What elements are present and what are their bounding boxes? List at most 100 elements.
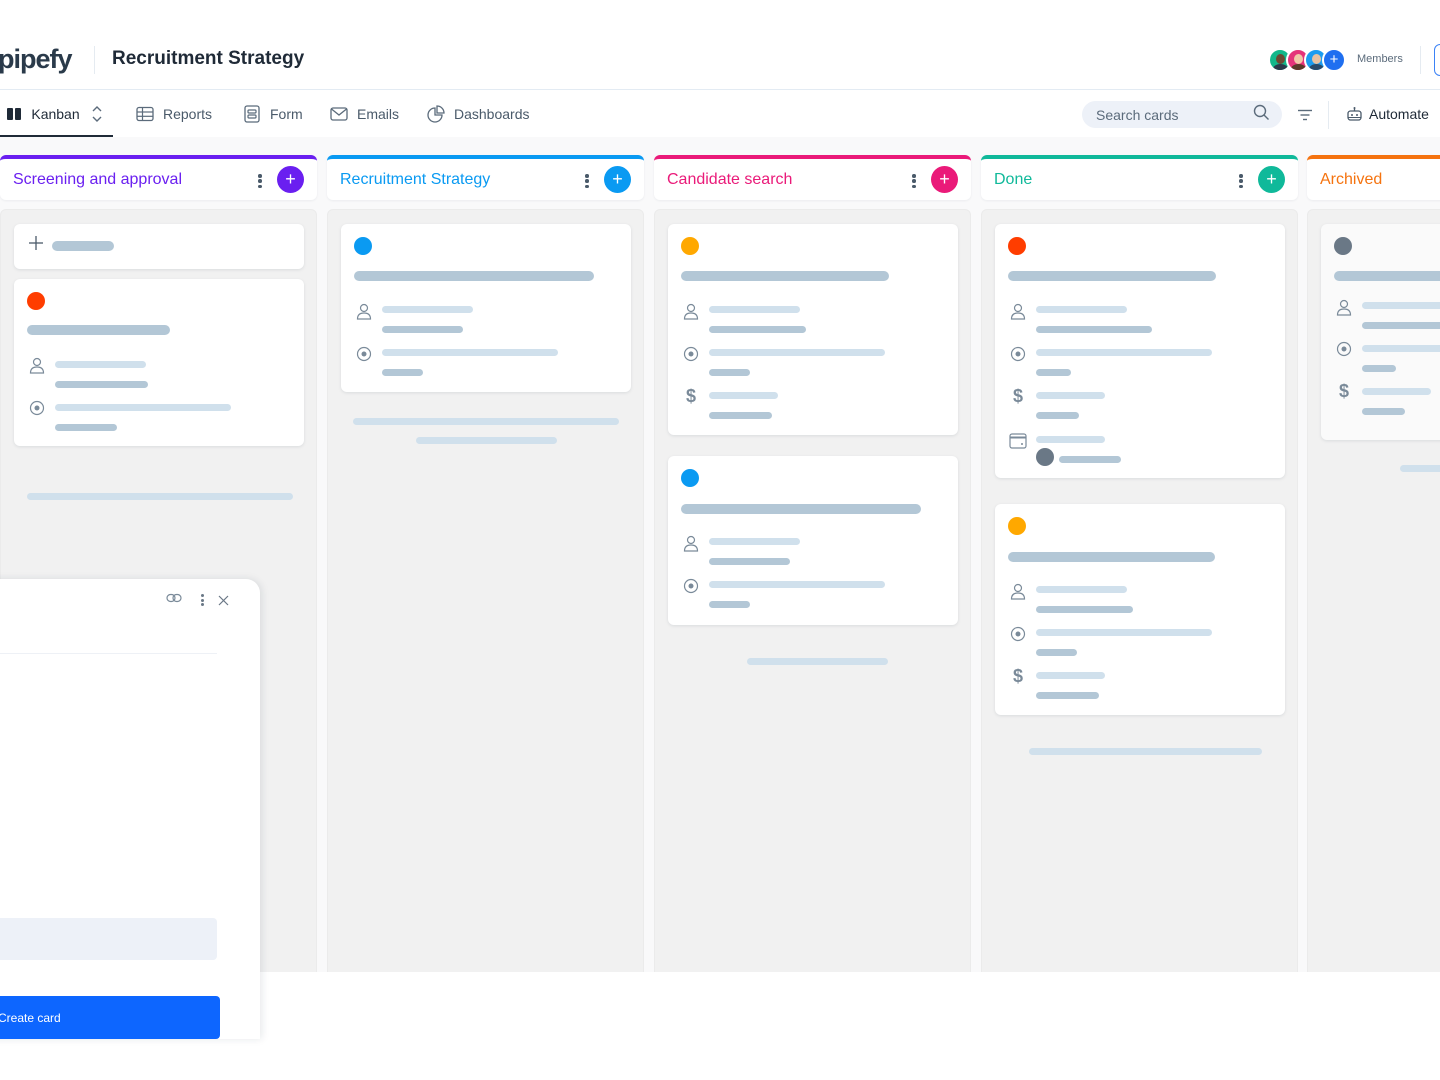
more-vertical-icon[interactable]	[582, 172, 592, 190]
person-icon	[355, 302, 373, 320]
card[interactable]: $	[995, 504, 1285, 715]
members-label[interactable]: Members	[1357, 53, 1403, 65]
panel-input-field[interactable]	[0, 918, 217, 960]
field-bar	[709, 306, 800, 313]
link-icon[interactable]	[166, 593, 184, 607]
tab-dashboards[interactable]: Dashboards	[427, 91, 530, 137]
field-bar	[1036, 692, 1099, 699]
assignee-avatar	[1036, 448, 1054, 466]
field-bar	[1036, 606, 1133, 613]
card[interactable]	[668, 456, 958, 625]
status-dot	[1334, 237, 1352, 255]
search-input[interactable]	[1096, 106, 1246, 123]
create-card-button[interactable]: Create card	[0, 996, 220, 1039]
field-bar	[709, 581, 885, 588]
phase-done: Done + $ $	[981, 155, 1298, 972]
tab-kanban[interactable]: Kanban	[0, 91, 113, 137]
pipefy-logo[interactable]: pipefy	[0, 44, 73, 75]
card[interactable]	[14, 279, 304, 446]
add-card-button[interactable]: +	[604, 166, 631, 193]
pipe-title: Recruitment Strategy	[112, 48, 305, 69]
card-title-bar	[1008, 552, 1215, 562]
dollar-icon: $	[685, 385, 696, 406]
field-bar	[1036, 392, 1105, 399]
card[interactable]	[341, 224, 631, 392]
more-vertical-icon[interactable]	[909, 172, 919, 190]
card-title-bar	[681, 504, 921, 514]
phase-header: Archived	[1307, 155, 1440, 200]
card-title-bar	[1008, 271, 1216, 281]
tab-label: Form	[270, 106, 303, 122]
card[interactable]: $	[668, 224, 958, 435]
radio-icon	[28, 399, 46, 417]
search-icon[interactable]	[1253, 104, 1270, 126]
field-bar	[709, 369, 750, 376]
phase-title: Candidate search	[667, 170, 793, 188]
field-bar	[1036, 306, 1127, 313]
field-bar	[1036, 672, 1105, 679]
radio-icon	[1009, 345, 1027, 363]
search-cards-field[interactable]	[1082, 101, 1282, 128]
field-bar	[1036, 412, 1079, 419]
automate-button[interactable]: Automate	[1346, 91, 1429, 137]
card-title-bar	[1334, 271, 1440, 281]
tab-reports[interactable]: Reports	[136, 91, 212, 137]
table-icon	[136, 105, 154, 123]
panel-actions	[166, 593, 229, 607]
phase-cards: $	[1307, 209, 1440, 972]
phase-candidate-search: Candidate search + $	[654, 155, 971, 972]
phase-header: Recruitment Strategy +	[327, 155, 644, 200]
field-bar	[1362, 322, 1440, 329]
members-divider	[1420, 46, 1421, 74]
panel-divider	[0, 653, 217, 654]
tab-form[interactable]: Form	[243, 91, 303, 137]
chevron-up-down-icon[interactable]	[89, 105, 105, 123]
field-bar	[382, 349, 558, 356]
create-card-panel	[0, 579, 260, 1039]
phase-cards: $ $	[981, 209, 1298, 972]
dollar-icon: $	[1012, 385, 1023, 406]
add-card-button[interactable]: +	[931, 166, 958, 193]
close-icon[interactable]	[218, 595, 229, 606]
card[interactable]: $	[995, 224, 1285, 478]
person-icon	[28, 356, 46, 374]
tab-label: Dashboards	[454, 106, 530, 122]
kanban-icon	[6, 105, 22, 123]
add-member-button[interactable]: +	[1322, 48, 1346, 72]
phase-title: Screening and approval	[13, 170, 183, 188]
app-header: pipefy Recruitment Strategy + Members	[0, 30, 1440, 90]
tab-label: Reports	[163, 106, 213, 122]
view-toolbar: Kanban Reports Form Emails Dashboards Se…	[0, 91, 1440, 137]
field-bar	[709, 326, 806, 333]
dollar-icon: $	[1012, 665, 1023, 686]
load-more-bar	[1029, 748, 1262, 755]
add-card-button[interactable]: +	[277, 166, 304, 193]
more-vertical-icon[interactable]	[255, 172, 265, 190]
person-icon	[682, 534, 700, 552]
filter-button[interactable]	[1294, 104, 1316, 126]
field-bar	[1036, 349, 1212, 356]
status-dot	[1008, 517, 1026, 535]
automate-label: Automate	[1369, 106, 1429, 122]
pipefy-app: pipefy Recruitment Strategy + Members Ka…	[0, 0, 1440, 1080]
field-bar	[1362, 345, 1440, 352]
person-icon	[1335, 298, 1353, 316]
share-button[interactable]	[1434, 44, 1440, 76]
dollar-icon: $	[1338, 380, 1349, 401]
phase-cards	[327, 209, 644, 972]
mail-icon	[330, 105, 348, 123]
form-icon	[243, 105, 261, 123]
more-vertical-icon[interactable]	[201, 594, 205, 606]
field-bar	[709, 601, 750, 608]
member-avatars[interactable]: +	[1268, 48, 1348, 72]
new-card-row[interactable]	[14, 224, 304, 269]
phase-title: Recruitment Strategy	[340, 170, 491, 188]
field-bar	[1036, 436, 1105, 443]
add-card-button[interactable]: +	[1258, 166, 1285, 193]
tab-emails[interactable]: Emails	[330, 91, 399, 137]
field-bar	[709, 412, 772, 419]
card[interactable]: $	[1321, 224, 1440, 440]
field-bar	[55, 404, 231, 411]
more-vertical-icon[interactable]	[1236, 172, 1246, 190]
status-dot	[27, 292, 45, 310]
